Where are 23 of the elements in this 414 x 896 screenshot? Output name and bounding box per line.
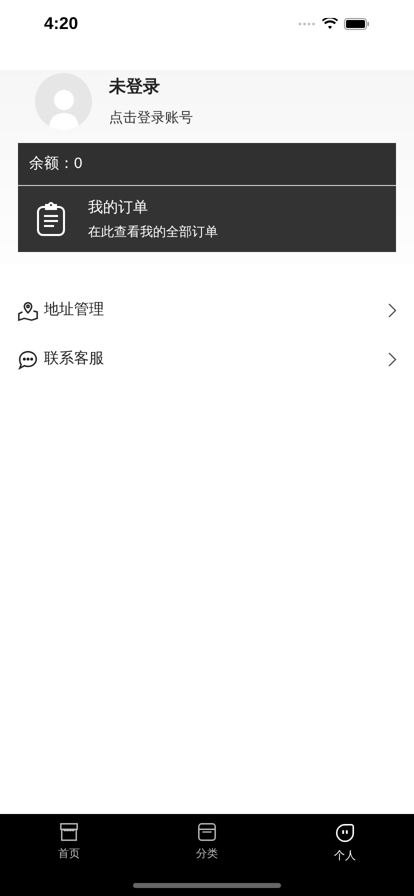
map-pin-icon bbox=[17, 300, 39, 322]
login-link[interactable]: 点击登录账号 bbox=[109, 107, 193, 128]
tab[interactable]: 分类 bbox=[138, 822, 276, 864]
tab[interactable]: 首页 bbox=[0, 822, 138, 864]
profile-name: 未登录 bbox=[109, 76, 161, 98]
signal-icon bbox=[298, 22, 316, 26]
clipboard-icon bbox=[36, 201, 66, 237]
chevron-right-icon bbox=[388, 303, 397, 318]
wifi-icon bbox=[322, 18, 338, 30]
face-icon bbox=[334, 822, 356, 844]
chat-bubble-icon bbox=[17, 348, 39, 370]
orders-subtitle: 在此查看我的全部订单 bbox=[88, 222, 218, 240]
tab[interactable]: 个人 bbox=[276, 822, 414, 864]
box-icon bbox=[196, 822, 218, 842]
orders-card[interactable]: 我的订单 在此查看我的全部订单 bbox=[18, 186, 396, 252]
storefront-icon bbox=[58, 822, 80, 842]
menu-item[interactable]: 地址管理 bbox=[0, 286, 414, 335]
orders-title: 我的订单 bbox=[88, 198, 149, 218]
battery-icon bbox=[344, 18, 370, 30]
chevron-right-icon bbox=[388, 352, 397, 367]
menu-item[interactable]: 联系客服 bbox=[0, 335, 414, 384]
status-time: 4:20 bbox=[44, 12, 78, 35]
balance-text: 余额：0 bbox=[29, 154, 82, 174]
